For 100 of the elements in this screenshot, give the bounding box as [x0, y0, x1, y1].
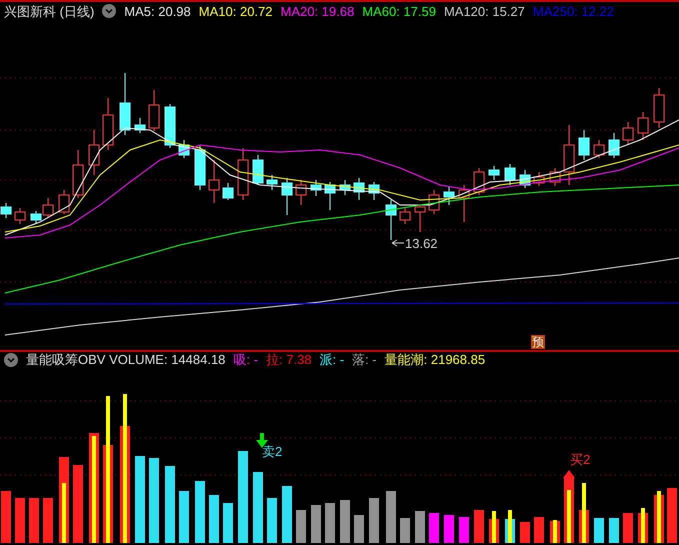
- volume-bar: [609, 518, 619, 543]
- volume-bar: [179, 491, 189, 543]
- candlestick: [120, 72, 130, 136]
- volume-bar: [534, 517, 544, 543]
- candlestick: [550, 168, 560, 186]
- candlestick: [296, 180, 306, 206]
- indicator-title: 量能吸筹OBV VOLUME: 14484.18: [26, 351, 226, 369]
- indicator-reading: 派: -: [320, 351, 344, 369]
- candlestick: [622, 122, 634, 146]
- candlestick: [354, 178, 364, 200]
- volume-bar: [223, 503, 233, 543]
- chevron-circle-icon[interactable]: [4, 353, 18, 367]
- candlestick: [386, 200, 396, 240]
- candlestick: [608, 132, 620, 158]
- volume-bar: [340, 500, 350, 543]
- stock-title: 兴图新科 (日线): [4, 2, 94, 20]
- volume-bar: [459, 517, 469, 543]
- candlestick: [88, 130, 100, 176]
- candlestick: [638, 112, 648, 140]
- candlestick: [102, 98, 114, 150]
- candlestick: [0, 202, 12, 218]
- candlestick: [208, 160, 220, 204]
- candlestick: [444, 186, 454, 206]
- indicator-reading: 拉: 7.38: [266, 351, 312, 369]
- candlestick: [534, 172, 544, 186]
- candlestick: [310, 180, 322, 196]
- volume-bar: [43, 498, 53, 543]
- candlestick: [428, 190, 440, 214]
- candlestick: [72, 150, 84, 198]
- indicator-bar: [508, 510, 512, 543]
- candlestick: [654, 88, 664, 128]
- candlestick: [178, 140, 190, 158]
- volume-bar: [311, 505, 321, 543]
- ma-reading: MA60: 17.59: [362, 2, 436, 20]
- candlestick: [414, 204, 426, 232]
- candlestick: [324, 182, 336, 210]
- volume-bar: [623, 513, 633, 543]
- candlestick: [504, 164, 516, 186]
- ma-reading: MA5: 20.98: [124, 2, 191, 20]
- indicator-bar: [641, 508, 645, 543]
- candlestick: [368, 182, 380, 200]
- candlestick: [266, 174, 278, 190]
- indicator-reading: 落: -: [352, 351, 377, 369]
- candlestick: [134, 118, 146, 134]
- volume-bar: [354, 515, 364, 543]
- volume-bar: [1, 491, 11, 543]
- volume-bar: [400, 518, 410, 543]
- ma-reading: MA20: 19.68: [280, 2, 354, 20]
- low-price-label: 13.62: [405, 236, 438, 251]
- indicator-reading: 吸: -: [233, 351, 258, 369]
- volume-bar: [594, 518, 604, 543]
- volume-bar: [474, 510, 484, 543]
- candlestick: [458, 184, 470, 222]
- candlestick: [520, 170, 530, 188]
- indicator-reading: 量能潮: 21968.85: [384, 351, 486, 369]
- volume-bar: [415, 511, 425, 543]
- volume-bar: [325, 503, 335, 543]
- candlestick: [194, 146, 206, 190]
- forecast-badge: 预: [531, 335, 545, 349]
- volume-bar: [15, 498, 25, 543]
- ma-reading: MA120: 15.27: [444, 2, 525, 20]
- ma-reading: MA250: 12.22: [532, 2, 614, 20]
- candlestick: [58, 190, 70, 214]
- volume-bar: [195, 481, 205, 543]
- volume-bar: [296, 510, 306, 543]
- indicator-bar: [553, 520, 557, 543]
- volume-bar: [282, 486, 292, 543]
- candlestick: [14, 208, 26, 224]
- chevron-circle-icon[interactable]: [102, 4, 116, 18]
- volume-bar: [29, 498, 39, 543]
- signal-label: 买2: [570, 452, 590, 467]
- candlestick: [488, 166, 500, 180]
- volume-bar: [429, 513, 439, 543]
- candlestick: [400, 208, 410, 224]
- candlestick: [340, 180, 350, 196]
- volume-bar: [444, 515, 454, 543]
- volume-bar: [267, 498, 277, 543]
- candlestick: [238, 148, 248, 200]
- volume-bar: [520, 522, 530, 543]
- candlestick: [578, 130, 590, 160]
- volume-bar: [369, 498, 379, 543]
- candlestick: [222, 182, 234, 200]
- arrow-icon: [392, 240, 404, 246]
- indicator-bar: [582, 483, 586, 543]
- candlestick: [164, 104, 176, 148]
- indicator-bar: [492, 511, 496, 543]
- candlestick: [594, 140, 604, 158]
- indicator-bar: [62, 483, 66, 543]
- candlestick: [564, 124, 574, 186]
- ma-reading: MA10: 20.72: [198, 2, 272, 20]
- volume-bar: [209, 495, 219, 543]
- candlestick: [148, 90, 160, 132]
- signal-label: 卖2: [262, 444, 282, 459]
- indicator-bar: [657, 491, 661, 543]
- candlestick: [282, 178, 292, 216]
- volume-bar: [386, 491, 396, 543]
- volume-bar: [253, 472, 263, 543]
- volume-bar: [667, 488, 677, 543]
- candlestick: [252, 154, 264, 186]
- indicator-bar: [567, 490, 571, 543]
